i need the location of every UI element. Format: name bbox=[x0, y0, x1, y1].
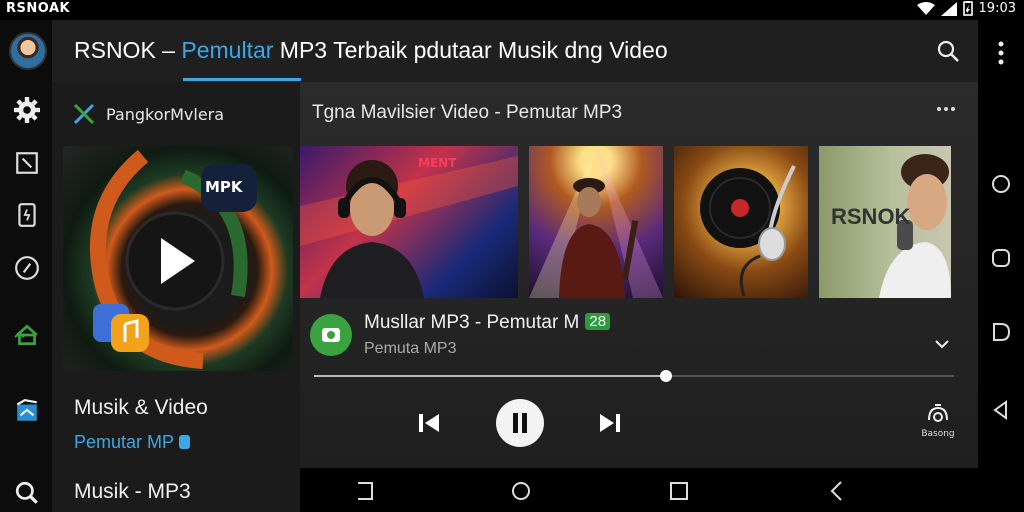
drawer-item-music-video[interactable]: Musik & Video bbox=[74, 396, 208, 420]
drawer-item-player-label: Pemutar MP bbox=[74, 432, 174, 452]
circle-icon[interactable] bbox=[990, 173, 1012, 195]
thumbnail-image bbox=[700, 165, 796, 297]
bluetooth-icon bbox=[178, 435, 190, 449]
page-title: RSNOK – Pemultar MP3 Terbaik pdutaar Mus… bbox=[74, 37, 668, 64]
cast-button[interactable]: Basong bbox=[920, 402, 956, 444]
pause-button[interactable] bbox=[496, 399, 544, 447]
compass-icon[interactable] bbox=[14, 255, 40, 281]
thumbnail-text: MENT bbox=[418, 156, 457, 170]
battery-icon bbox=[962, 1, 973, 16]
home-sync-icon[interactable] bbox=[14, 322, 40, 348]
rounded-square-icon[interactable] bbox=[990, 247, 1012, 269]
phone-device-icon[interactable] bbox=[14, 202, 40, 228]
thumbnail-image bbox=[300, 156, 518, 298]
section-title: Tgna Mavilsier Video - Pemutar MP3 bbox=[312, 102, 623, 123]
video-thumbnail[interactable]: MENT bbox=[300, 146, 518, 298]
title-part1: RSNOK – bbox=[74, 37, 182, 63]
cast-label: Basong bbox=[921, 429, 955, 439]
now-playing-app-icon bbox=[310, 314, 352, 356]
signal-icon bbox=[940, 1, 957, 16]
app-logo-icon bbox=[322, 328, 340, 342]
title-accent-tab[interactable]: Pemultar bbox=[181, 37, 273, 63]
home-circle-icon[interactable] bbox=[510, 480, 532, 502]
seek-handle[interactable] bbox=[660, 370, 672, 382]
skip-previous-icon[interactable] bbox=[417, 412, 441, 434]
more-horiz-icon[interactable] bbox=[936, 104, 956, 114]
app-header: RSNOK – Pemultar MP3 Terbaik pdutaar Mus… bbox=[52, 20, 978, 82]
system-nav-column bbox=[978, 20, 1024, 512]
bracket-icon[interactable] bbox=[354, 480, 376, 502]
thumbnail-image bbox=[529, 146, 663, 298]
album-art-label: MPK bbox=[205, 178, 243, 196]
screenshot-icon[interactable] bbox=[14, 150, 40, 176]
video-thumbnail[interactable] bbox=[674, 146, 808, 298]
now-playing-title: Musllar MP3 - Pemutar M 28 bbox=[364, 312, 611, 334]
thumbnail-text: RSNOK bbox=[831, 204, 911, 229]
back-chevron-icon[interactable] bbox=[826, 480, 848, 502]
title-part2: MP3 Terbaik pdutaar Musik dng Video bbox=[273, 37, 668, 63]
back-triangle-icon[interactable] bbox=[990, 399, 1012, 421]
status-clock: 19:03 bbox=[978, 1, 1016, 16]
header-search-icon[interactable] bbox=[936, 39, 960, 63]
video-thumbnail[interactable] bbox=[529, 146, 663, 298]
drawer-item-music-mp3[interactable]: Musik - MP3 bbox=[74, 480, 191, 504]
now-playing-subtitle: Pemuta MP3 bbox=[364, 340, 457, 357]
d-shape-icon[interactable] bbox=[990, 321, 1012, 343]
status-carrier: RSNOAK bbox=[6, 1, 71, 16]
drawer-header[interactable]: PangkorMvlera bbox=[72, 102, 224, 126]
settings-gear-icon[interactable] bbox=[14, 97, 40, 123]
main-panel: Tgna Mavilsier Video - Pemutar MP3 MENT bbox=[300, 82, 978, 468]
skip-next-icon[interactable] bbox=[598, 412, 622, 434]
navigation-drawer: PangkorMvlera MPK Musik & Video Pemutar … bbox=[52, 82, 300, 512]
chevron-down-icon[interactable] bbox=[934, 338, 950, 350]
wifi-icon bbox=[916, 1, 935, 15]
drawer-item-player[interactable]: Pemutar MP bbox=[74, 432, 190, 453]
left-rail bbox=[0, 20, 52, 512]
avatar[interactable] bbox=[9, 32, 47, 70]
seek-progress bbox=[314, 375, 666, 377]
seek-bar[interactable] bbox=[314, 370, 954, 382]
bottom-nav-bar bbox=[300, 468, 978, 512]
media-library-icon[interactable] bbox=[14, 398, 40, 424]
recents-square-icon[interactable] bbox=[668, 480, 690, 502]
album-art-graphic bbox=[90, 149, 257, 369]
search-icon[interactable] bbox=[14, 480, 40, 506]
album-art[interactable]: MPK bbox=[63, 146, 293, 371]
drawer-heading: PangkorMvlera bbox=[106, 104, 225, 124]
more-vert-icon[interactable] bbox=[997, 40, 1005, 66]
status-bar: RSNOAK 19:03 bbox=[0, 0, 1024, 20]
cast-icon bbox=[928, 404, 948, 422]
active-tab-indicator bbox=[183, 78, 301, 81]
now-playing-title-text: Musllar MP3 - Pemutar M bbox=[364, 312, 580, 333]
video-thumbnail[interactable]: RSNOK bbox=[819, 146, 951, 298]
pause-icon bbox=[513, 413, 527, 433]
status-badge: 28 bbox=[585, 313, 611, 330]
tools-icon bbox=[73, 103, 95, 125]
